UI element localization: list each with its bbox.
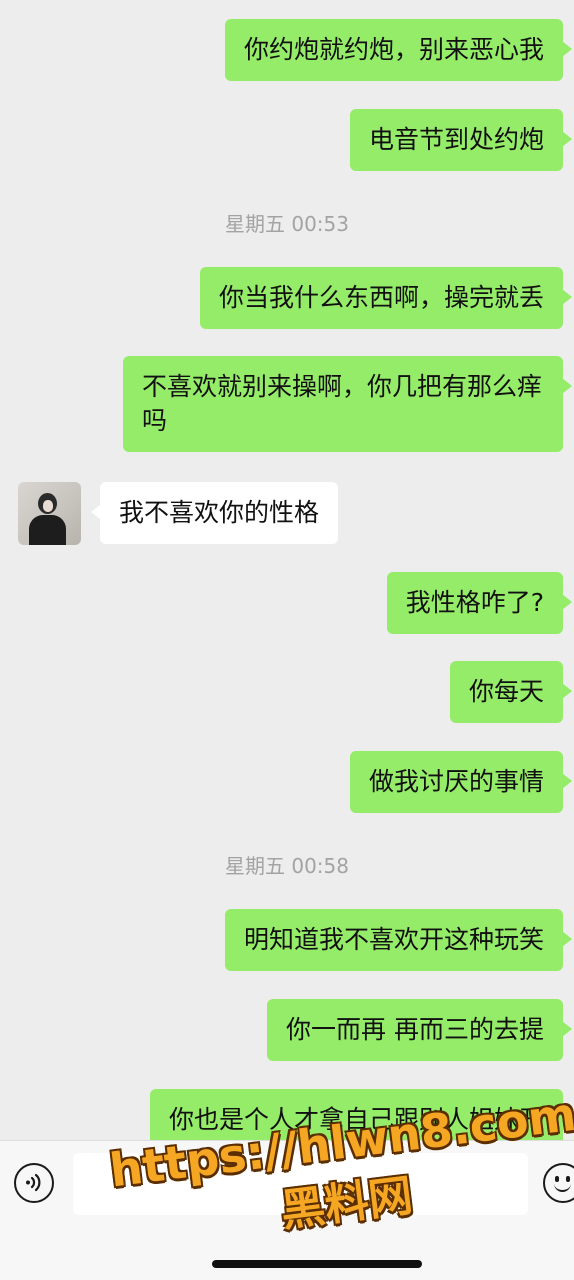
- message-incoming[interactable]: 我不喜欢你的性格: [90, 482, 339, 544]
- message-outgoing[interactable]: 不喜欢就别来操啊，你几把有那么痒吗: [123, 356, 572, 452]
- chat-area[interactable]: 你约炮就约炮，别来恶心我 电音节到处约炮 星期五 00:53 你当我什么东西啊，…: [0, 0, 574, 1140]
- message-text: 我不喜欢你的性格: [119, 498, 320, 527]
- voice-icon[interactable]: [14, 1163, 54, 1203]
- message-outgoing[interactable]: 你当我什么东西啊，操完就丢: [199, 267, 573, 329]
- message-text: 你当我什么东西啊，操完就丢: [218, 283, 544, 312]
- timestamp: 星期五 00:53: [225, 212, 349, 236]
- emoji-icon[interactable]: [543, 1163, 574, 1203]
- message-text: 你约炮就约炮，别来恶心我: [243, 35, 544, 64]
- message-text: 我性格咋了?: [405, 588, 544, 617]
- message-outgoing[interactable]: 明知道我不喜欢开这种玩笑: [224, 909, 573, 971]
- voice-waves-icon: [26, 1173, 41, 1192]
- avatar-figure-body: [29, 515, 66, 545]
- message-outgoing[interactable]: 我性格咋了?: [386, 572, 573, 634]
- message-outgoing[interactable]: 你每天: [449, 661, 573, 723]
- message-text: 不喜欢就别来操啊，你几把有那么痒吗: [142, 372, 543, 435]
- message-outgoing[interactable]: 做我讨厌的事情: [349, 751, 573, 813]
- message-text: 明知道我不喜欢开这种玩笑: [243, 925, 544, 954]
- message-outgoing[interactable]: 电音节到处约炮: [349, 109, 573, 171]
- message-text: 你也是个人才拿自己跟别人姐妹开: [168, 1105, 544, 1134]
- input-bar: [0, 1140, 574, 1280]
- message-text: 你每天: [468, 677, 544, 706]
- message-text: 电音节到处约炮: [368, 125, 544, 154]
- message-outgoing[interactable]: 你一而再 再而三的去提: [267, 999, 572, 1061]
- message-outgoing[interactable]: 你也是个人才拿自己跟别人姐妹开: [149, 1089, 573, 1140]
- emoji-mouth: [554, 1180, 571, 1192]
- message-text: 你一而再 再而三的去提: [286, 1015, 544, 1044]
- avatar-figure-face: [43, 500, 53, 512]
- message-outgoing[interactable]: 你约炮就约炮，别来恶心我: [224, 19, 573, 81]
- message-text: 做我讨厌的事情: [368, 767, 544, 796]
- message-input[interactable]: [73, 1153, 528, 1215]
- home-indicator: [212, 1260, 422, 1268]
- timestamp: 星期五 00:58: [225, 854, 349, 878]
- avatar[interactable]: [18, 482, 81, 545]
